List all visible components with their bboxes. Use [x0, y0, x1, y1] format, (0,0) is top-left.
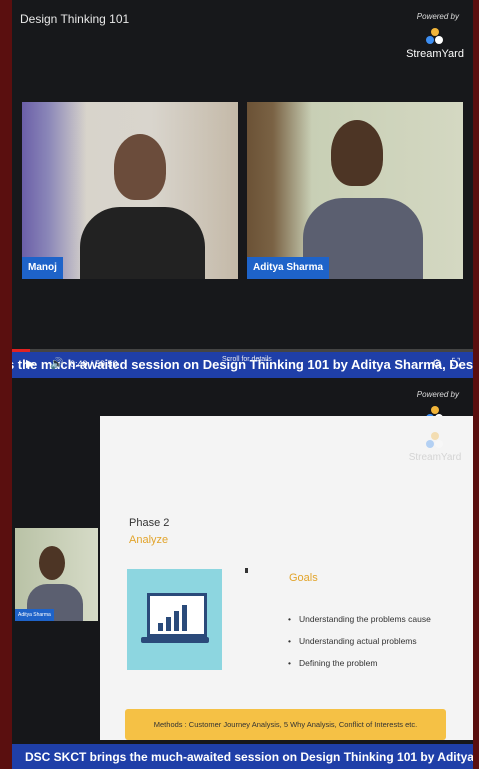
- participant-name-tag: Manoj: [22, 257, 63, 279]
- scroll-hint: Scroll for details: [222, 356, 272, 363]
- streamyard-logo: StreamYard: [405, 28, 465, 60]
- streamyard-logo-icon: [426, 432, 444, 450]
- participant-body: [80, 207, 205, 279]
- methods-banner: Methods : Customer Journey Analysis, 5 W…: [125, 709, 446, 740]
- gear-icon[interactable]: ⚙: [432, 357, 442, 370]
- presentation-slide: StreamYard Phase 2 Analyze Goals Underst…: [100, 416, 473, 740]
- slide-stage: Analyze: [129, 534, 169, 546]
- goals-title: Goals: [289, 572, 318, 584]
- bottom-video-area: Powered by StreamYard Phase 2 Analyze Go…: [12, 378, 473, 744]
- goals-list: Understanding the problems cause Underst…: [288, 614, 431, 680]
- ticker-text-bottom: DSC SKCT brings the much-awaited session…: [25, 750, 473, 764]
- goal-item: Understanding the problems cause: [288, 614, 431, 624]
- time-current: 0:49: [70, 359, 88, 369]
- powered-by-label: Powered by: [416, 12, 459, 21]
- participant-head: [39, 546, 65, 580]
- volume-icon[interactable]: 🔊: [50, 357, 64, 370]
- streamyard-logo-text: StreamYard: [406, 48, 464, 60]
- participant-tile-manoj: Manoj: [22, 102, 238, 279]
- top-video-area: Design Thinking 101 Powered by StreamYar…: [12, 0, 473, 352]
- stream-frame: Design Thinking 101 Powered by StreamYar…: [12, 0, 473, 769]
- play-icon[interactable]: ▶: [26, 357, 34, 370]
- powered-by-label: Powered by: [416, 390, 459, 399]
- streamyard-logo-icon: [426, 28, 444, 46]
- participant-head: [114, 134, 166, 200]
- participant-name-tag: Aditya Sharma: [247, 257, 330, 279]
- slide-phase: Phase 2: [129, 517, 170, 529]
- participant-tile-aditya: Aditya Sharma: [247, 102, 463, 279]
- time-total: 59:50: [95, 359, 118, 369]
- streamyard-logo-text: StreamYard: [408, 452, 462, 463]
- laptop-chart-illustration: [127, 569, 222, 670]
- participant-tile-small: Aditya Sharma: [15, 528, 98, 621]
- bottom-ticker: DSC SKCT brings the much-awaited session…: [12, 744, 473, 769]
- streamyard-watermark: StreamYard: [405, 432, 465, 463]
- laptop-icon: [147, 593, 207, 637]
- time-display: 0:49 / 59:50: [70, 359, 118, 369]
- goal-item: Defining the problem: [288, 658, 431, 668]
- participant-name-tag: Aditya Sharma: [15, 609, 54, 621]
- mouse-cursor-icon: [245, 568, 248, 573]
- stream-title: Design Thinking 101: [20, 12, 130, 26]
- player-controls-bar: gs the much-awaited session on Design Th…: [12, 352, 473, 378]
- participant-head: [331, 120, 383, 186]
- laptop-base-icon: [141, 637, 209, 643]
- fullscreen-icon[interactable]: ⛶: [452, 357, 460, 370]
- goal-item: Understanding actual problems: [288, 636, 431, 646]
